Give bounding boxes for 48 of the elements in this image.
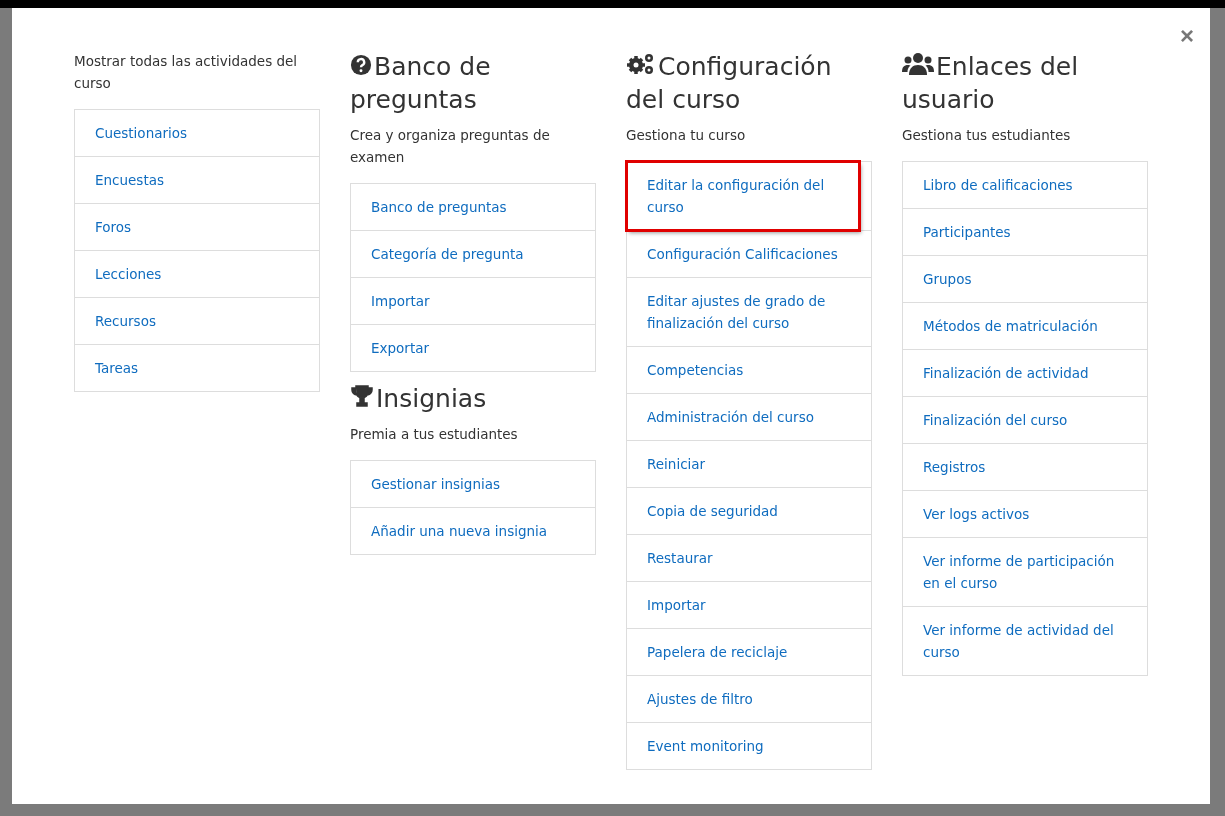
menu-link[interactable]: Ajustes de filtro [627, 675, 871, 722]
section-heading: Enlaces del usuario [902, 51, 1080, 116]
menu-link[interactable]: Importar [627, 581, 871, 628]
section-heading: Banco de preguntas [350, 51, 492, 116]
menu-link[interactable]: Categoría de pregunta [351, 230, 595, 277]
menu-link[interactable]: Ver logs activos [903, 490, 1147, 537]
section-description: Gestiona tu curso [626, 126, 747, 145]
menu-link[interactable]: Finalización del curso [903, 396, 1147, 443]
menu-link[interactable]: Ver informe de actividad del curso [903, 606, 1147, 675]
section-description: Crea y organiza preguntas de examen [350, 126, 551, 167]
menu-link[interactable]: Editar la configuración del curso [627, 162, 859, 230]
menu-link[interactable]: Finalización de actividad [903, 349, 1147, 396]
section-heading: Configuración del curso [626, 51, 833, 116]
section-description: Gestiona tus estudiantes [902, 126, 1072, 145]
menu-link[interactable]: Restaurar [627, 534, 871, 581]
menu-link[interactable]: Administración del curso [627, 393, 871, 440]
menu-link[interactable]: Añadir una nueva insignia [351, 507, 595, 554]
menu-link[interactable]: Registros [903, 443, 1147, 490]
menu-link[interactable]: Importar [351, 277, 595, 324]
gears-icon [626, 52, 656, 76]
menu-link[interactable]: Métodos de matriculación [903, 302, 1147, 349]
section-description: Mostrar todas las actividades del curso [74, 52, 299, 93]
menu-link[interactable]: Participantes [903, 208, 1147, 255]
menu-link[interactable]: Foros [75, 203, 319, 250]
menu-link[interactable]: Copia de seguridad [627, 487, 871, 534]
menu-link[interactable]: Grupos [903, 255, 1147, 302]
menu-link[interactable]: Tareas [75, 344, 319, 391]
menu-link[interactable]: Exportar [351, 324, 595, 371]
section-description: Premia a tus estudiantes [350, 425, 519, 444]
section-heading: Insignias [350, 382, 596, 415]
users-icon [902, 52, 934, 76]
menu-link[interactable]: Banco de preguntas [351, 184, 595, 230]
close-button[interactable]: × [1180, 24, 1194, 48]
menu-link[interactable]: Papelera de reciclaje [627, 628, 871, 675]
menu-link[interactable]: Recursos [75, 297, 319, 344]
trophy-icon [350, 384, 374, 408]
menu-link[interactable]: Editar ajustes de grado de finalización del curso [627, 277, 871, 346]
menu-link[interactable]: Lecciones [75, 250, 319, 297]
menu-link[interactable]: Encuestas [75, 156, 319, 203]
menu-link[interactable]: Event monitoring [627, 722, 871, 769]
menu-link[interactable]: Gestionar insignias [351, 461, 595, 507]
menu-link[interactable]: Competencias [627, 346, 871, 393]
menu-link[interactable]: Cuestionarios [75, 110, 319, 156]
menu-link[interactable]: Configuración Calificaciones [627, 230, 871, 277]
menu-link[interactable]: Reiniciar [627, 440, 871, 487]
menu-link[interactable]: Libro de calificaciones [903, 162, 1147, 208]
question-icon [350, 54, 372, 76]
menu-link[interactable]: Ver informe de participación en el curso [903, 537, 1147, 606]
